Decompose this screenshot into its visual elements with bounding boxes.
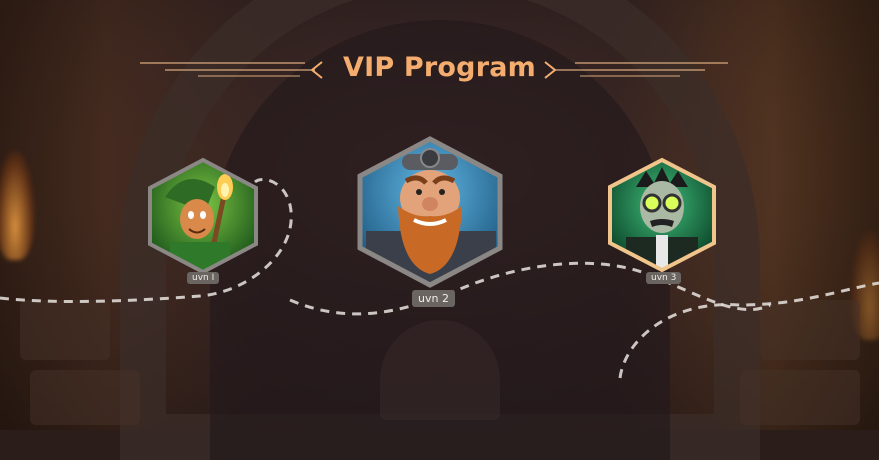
level-label: uvn I <box>187 272 220 284</box>
level-label: uvn 2 <box>412 290 455 307</box>
page-title: VIP Program <box>343 52 536 83</box>
dwarf-avatar-icon <box>357 136 503 288</box>
vip-level-2-card[interactable]: uvn 2 <box>356 136 504 307</box>
level-label: uvn 3 <box>646 272 682 284</box>
vip-level-3-card[interactable]: uvn 3 <box>606 157 718 284</box>
scientist-avatar-icon <box>608 157 716 273</box>
title-row: VIP Program <box>0 50 879 90</box>
vip-level-1-card[interactable]: uvn I <box>145 157 261 284</box>
leprechaun-avatar-icon <box>148 157 258 275</box>
